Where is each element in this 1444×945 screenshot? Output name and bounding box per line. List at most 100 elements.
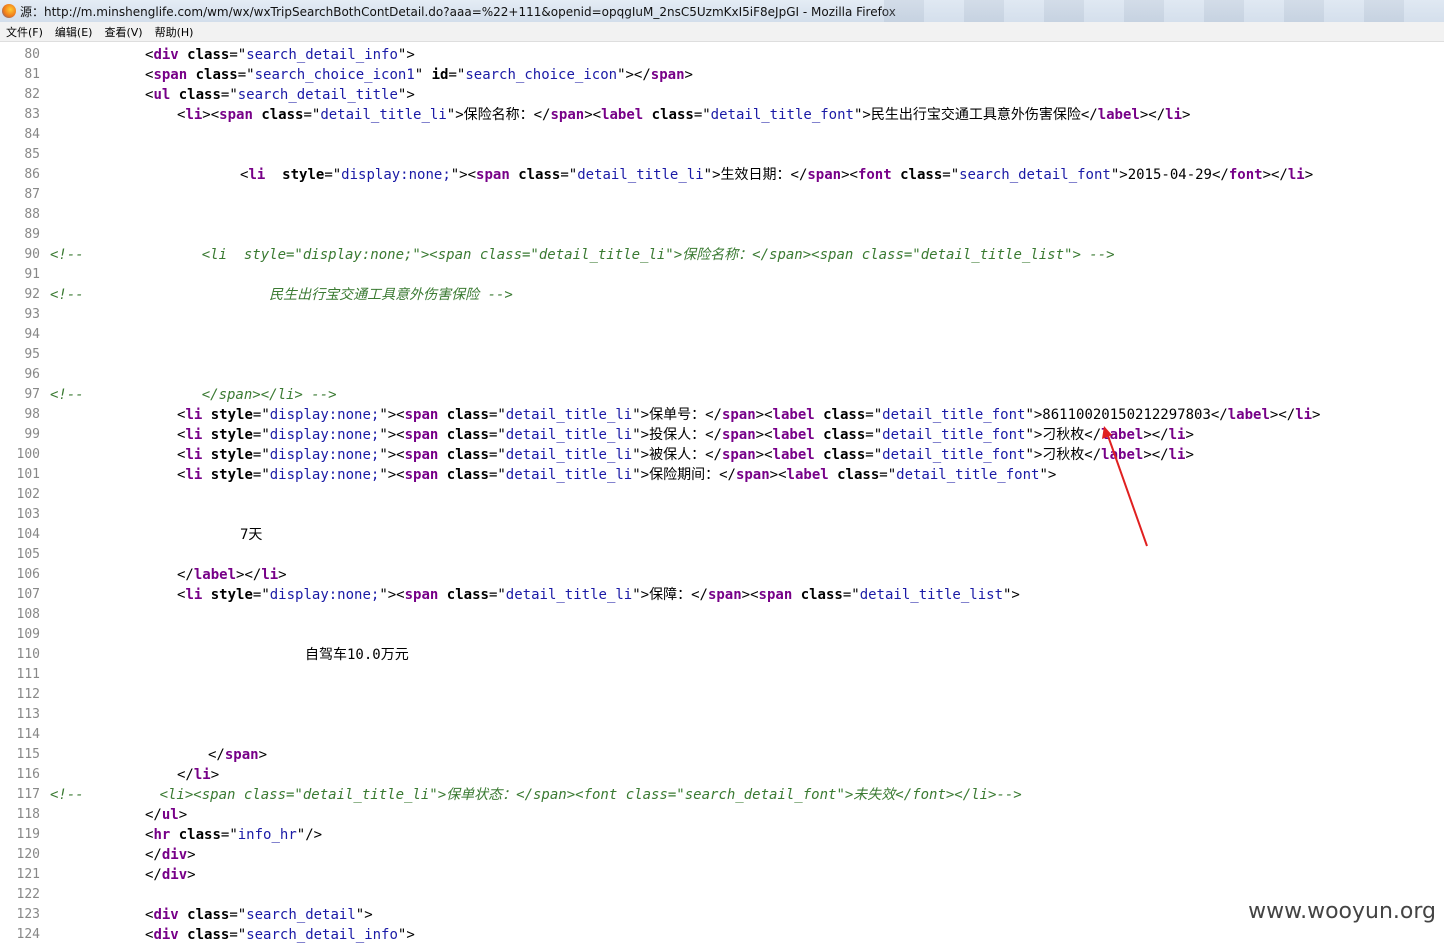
tag-name: span — [721, 407, 756, 423]
line-content: <hr class="info_hr"/> — [145, 825, 322, 845]
line-number: 110 — [16, 647, 40, 662]
source-text: ">保单号：</ — [632, 407, 722, 423]
line-content: <li style="display:none;"><span class="d… — [177, 445, 1194, 465]
line-number: 96 — [24, 367, 40, 382]
source-text: 7天 — [240, 527, 263, 543]
source-line: 81 <span class="search_choice_icon1" id="… — [0, 65, 1444, 85]
line-number: 86 — [24, 167, 40, 182]
menu-edit[interactable]: 编辑(E) — [49, 24, 99, 40]
menu-bar: 文件(F) 编辑(E) 查看(V) 帮助(H) — [0, 22, 1444, 42]
line-number: 99 — [24, 427, 40, 442]
attribute-value: detail_title_li — [505, 447, 633, 463]
attribute-value: display:none; — [341, 167, 451, 183]
source-text: =" — [488, 447, 506, 463]
source-text: 自驾车10.0万元 — [305, 647, 409, 663]
line-number: 109 — [16, 627, 40, 642]
source-text: =" — [693, 107, 711, 123]
source-line: 113 — [0, 705, 1444, 725]
tag-name: font — [1228, 167, 1263, 183]
source-text: >< — [202, 107, 220, 123]
titlebar-blurred-region — [884, 0, 1444, 22]
source-text: =" — [252, 587, 270, 603]
line-number: 108 — [16, 607, 40, 622]
source-text: =" — [237, 67, 255, 83]
tag-name: span — [721, 447, 756, 463]
source-line: 109 — [0, 625, 1444, 645]
comment-text: <!-- <li><span class="detail_title_li">保… — [50, 787, 1022, 803]
comment-text: <!-- </span></li> --> — [50, 387, 337, 403]
source-text: "/> — [296, 827, 323, 843]
source-text: > — [684, 67, 693, 83]
source-text — [438, 407, 446, 423]
source-text — [792, 587, 800, 603]
source-view[interactable]: 80 <div class="search_detail_info"> 81 <spa… — [0, 45, 1444, 945]
line-number: 111 — [16, 667, 40, 682]
attribute-value: search_detail — [246, 907, 356, 923]
attribute-value: info_hr — [237, 827, 297, 843]
source-text — [438, 587, 446, 603]
source-line: 116 </li> — [0, 765, 1444, 785]
source-line: 105 — [0, 545, 1444, 565]
menu-help[interactable]: 帮助(H) — [149, 24, 200, 40]
attribute-name: class — [837, 467, 880, 483]
line-number: 113 — [16, 707, 40, 722]
source-text — [170, 827, 178, 843]
line-content: </ul> — [145, 805, 187, 825]
line-number: 101 — [16, 467, 40, 482]
source-text: "> — [1039, 467, 1057, 483]
source-text: ">< — [379, 467, 405, 483]
attribute-value: detail_title_li — [505, 407, 633, 423]
source-line: 93 — [0, 305, 1444, 325]
attribute-value: detail_title_font — [896, 467, 1040, 483]
source-text: ">投保人：</ — [632, 427, 722, 443]
source-text: =" — [252, 427, 270, 443]
attribute-name: class — [195, 67, 238, 83]
menu-view[interactable]: 查看(V) — [98, 24, 148, 40]
window-title: 源：http://m.minshenglife.com/wm/wx/wxTrip… — [20, 4, 896, 19]
line-number: 115 — [16, 747, 40, 762]
line-number: 80 — [24, 47, 40, 62]
source-text: =" — [252, 467, 270, 483]
line-content: 7天 — [240, 525, 262, 545]
line-content: </div> — [145, 845, 196, 865]
line-content: <!-- <li><span class="detail_title_li">保… — [50, 785, 1022, 805]
attribute-name: class — [446, 587, 489, 603]
attribute-name: class — [823, 427, 866, 443]
attribute-name: class — [178, 827, 221, 843]
line-number: 123 — [16, 907, 40, 922]
attribute-name: style — [210, 467, 253, 483]
source-line: 117 <!-- <li><span class="detail_title_li… — [0, 785, 1444, 805]
source-text: > — [278, 567, 287, 583]
attribute-name: class — [823, 447, 866, 463]
tag-name: div — [153, 47, 179, 63]
window-titlebar[interactable]: 源：http://m.minshenglife.com/wm/wx/wxTrip… — [0, 0, 1444, 23]
source-text: ">民生出行宝交通工具意外伤害保险</ — [853, 107, 1098, 123]
line-number: 93 — [24, 307, 40, 322]
attribute-value: detail_title_li — [577, 167, 704, 183]
source-line: 80 <div class="search_detail_info"> — [0, 45, 1444, 65]
tag-name: li — [185, 447, 203, 463]
source-text — [265, 167, 282, 183]
source-text: "> — [397, 47, 415, 63]
menu-file[interactable]: 文件(F) — [0, 24, 49, 40]
tag-name: label — [772, 447, 815, 463]
tag-name: span — [153, 67, 188, 83]
source-line: 96 — [0, 365, 1444, 385]
line-content: <li style="display:none;"><span class="d… — [177, 585, 1020, 605]
source-text: =" — [229, 927, 247, 943]
attribute-name: class — [261, 107, 304, 123]
tag-name: label — [1097, 107, 1140, 123]
tag-name: span — [404, 467, 439, 483]
line-content: <ul class="search_detail_title"> — [145, 85, 415, 105]
line-number: 122 — [16, 887, 40, 902]
source-text: "> — [1003, 587, 1020, 603]
source-text — [202, 587, 210, 603]
comment-text: <!-- 民生出行宝交通工具意外伤害保险 --> — [50, 287, 513, 303]
line-content: <span class="search_choice_icon1" id="se… — [145, 65, 693, 85]
attribute-name: class — [446, 467, 489, 483]
source-text: " — [414, 67, 432, 83]
source-line: 123 <div class="search_detail"> — [0, 905, 1444, 925]
source-text — [829, 467, 837, 483]
attribute-value: detail_title_font — [882, 427, 1026, 443]
attribute-name: class — [178, 87, 221, 103]
